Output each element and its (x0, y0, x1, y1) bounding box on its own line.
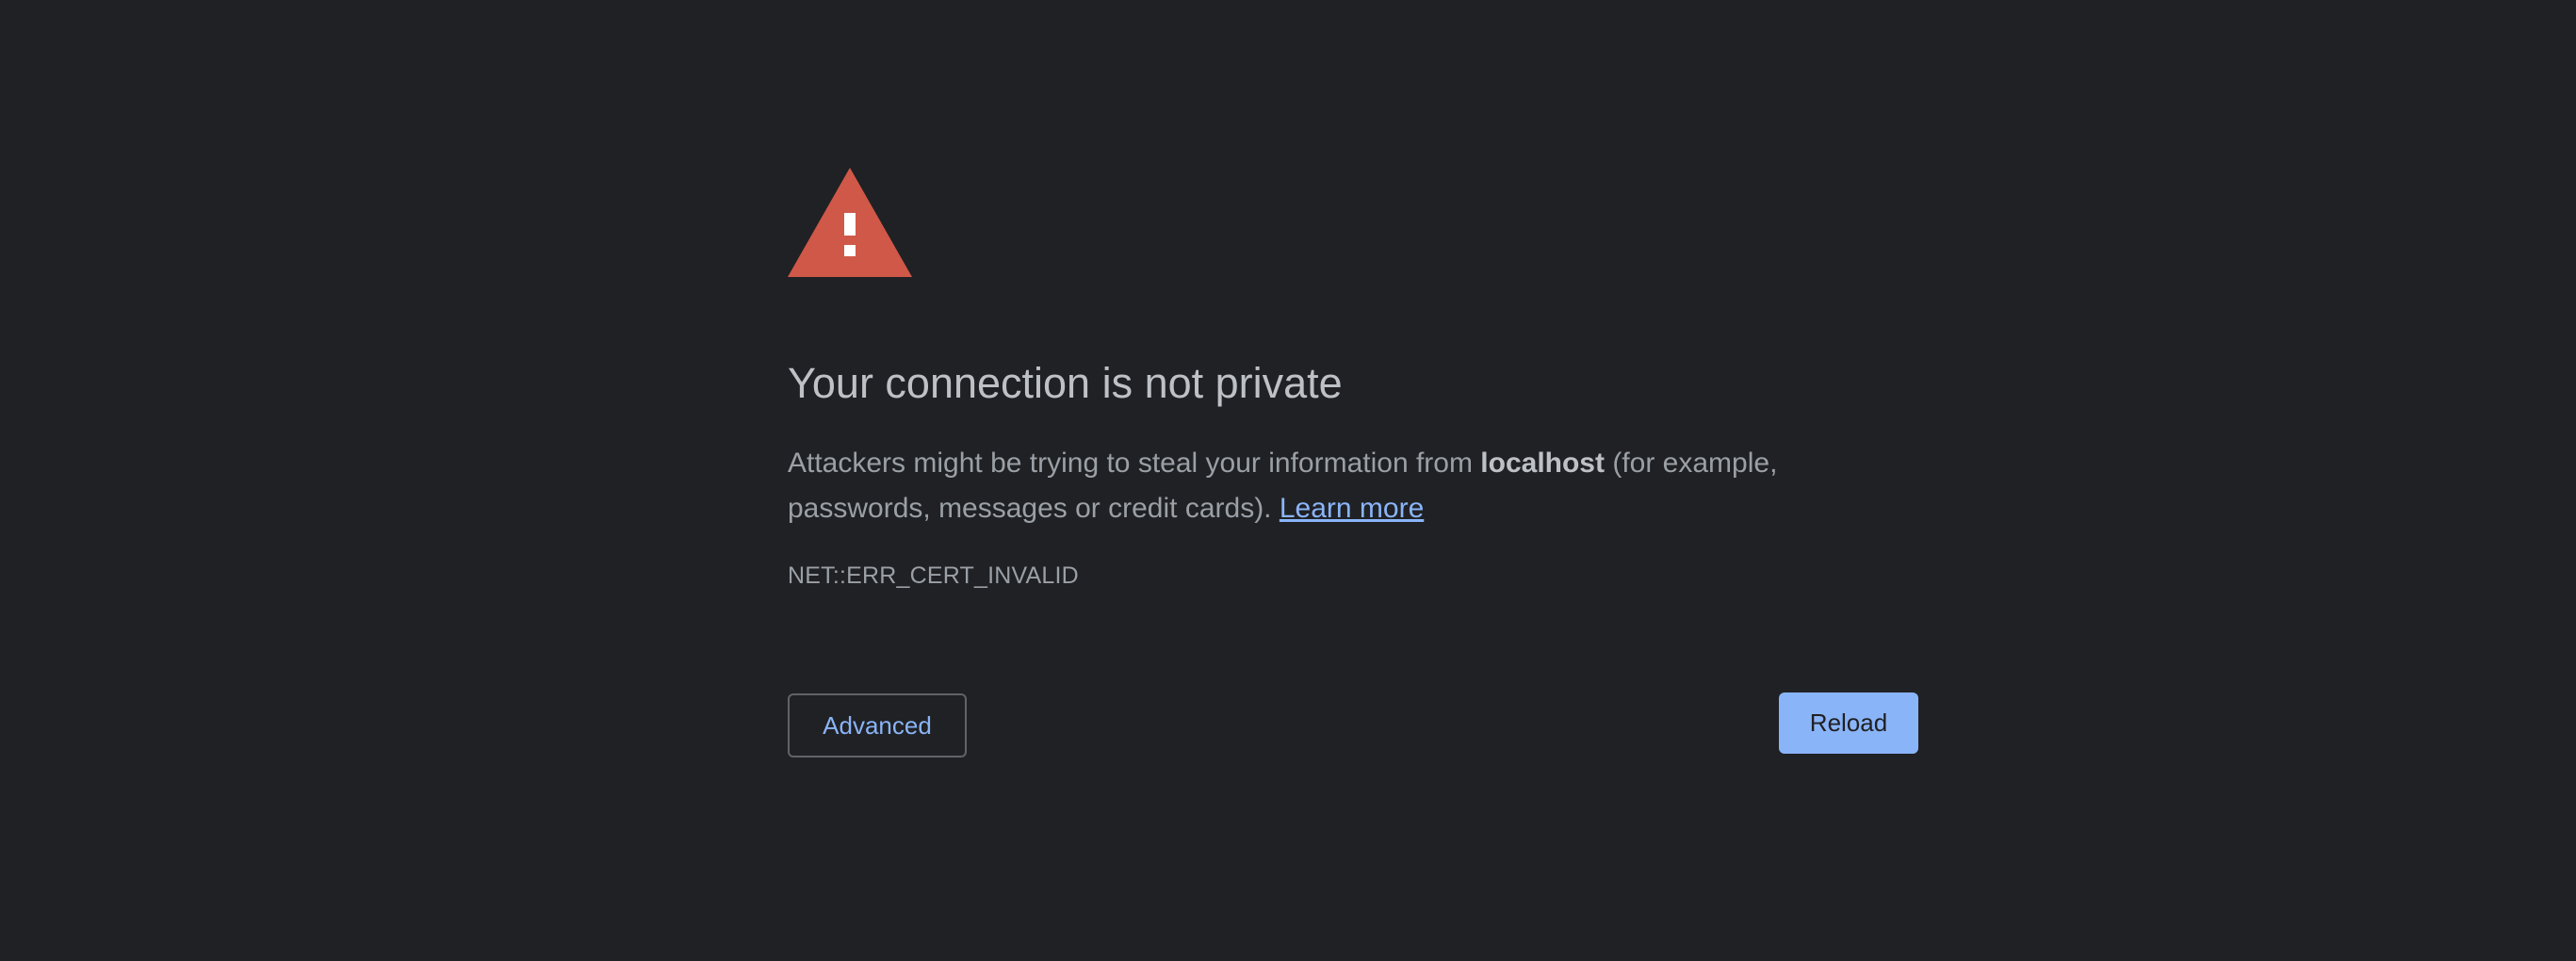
explanation-prefix: Attackers might be trying to steal your … (788, 448, 1481, 479)
host-name: localhost (1480, 448, 1605, 479)
error-explanation: Attackers might be trying to steal your … (788, 441, 1918, 531)
reload-button[interactable]: Reload (1779, 692, 1918, 754)
privacy-error-page: Your connection is not private Attackers… (0, 0, 2576, 961)
button-row: Advanced Reload (788, 692, 1918, 758)
advanced-button[interactable]: Advanced (788, 693, 967, 757)
warning-triangle-icon (788, 168, 912, 277)
error-code: NET::ERR_CERT_INVALID (788, 562, 1079, 589)
interstitial-content: Your connection is not private Attackers… (788, 168, 1918, 590)
page-title: Your connection is not private (788, 359, 1343, 407)
learn-more-link[interactable]: Learn more (1280, 493, 1424, 524)
